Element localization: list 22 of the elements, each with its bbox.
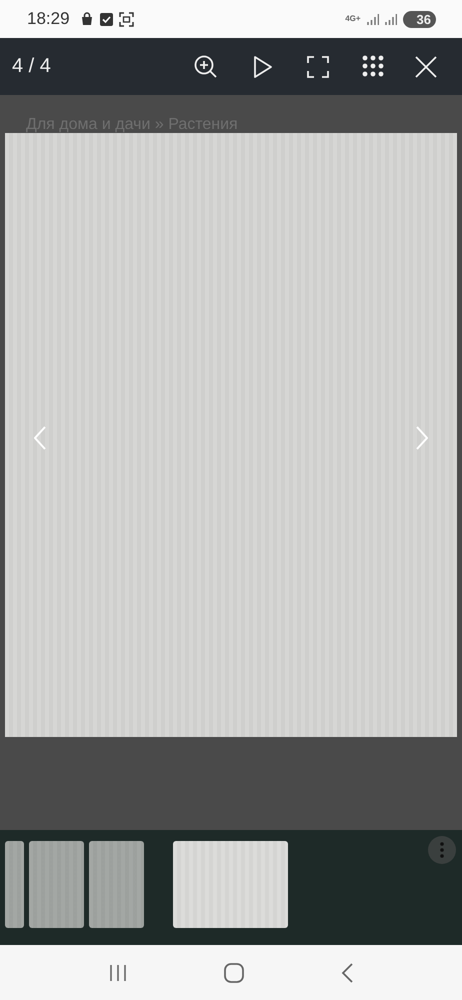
chevron-left-icon xyxy=(34,426,46,450)
bag-icon xyxy=(80,12,94,26)
recent-apps-button[interactable] xyxy=(108,964,127,982)
thumbnail[interactable] xyxy=(5,841,24,928)
home-icon xyxy=(224,962,244,982)
more-vertical-icon xyxy=(440,842,444,858)
image-counter: 4 / 4 xyxy=(12,55,52,78)
thumbnail[interactable] xyxy=(173,841,288,928)
signal-icon xyxy=(384,13,397,25)
recent-apps-icon xyxy=(108,964,127,982)
checkbox-icon xyxy=(100,12,113,26)
battery-level: 36 xyxy=(402,10,436,28)
screenshot-icon xyxy=(118,12,134,26)
back-icon xyxy=(341,962,354,982)
network-type: 4G+ xyxy=(345,15,361,23)
home-button[interactable] xyxy=(224,962,244,982)
thumbnail[interactable] xyxy=(29,841,84,928)
thumbnail[interactable] xyxy=(89,841,144,928)
clock-time: 18:29 xyxy=(27,9,70,29)
signal-icon xyxy=(366,13,379,25)
back-button[interactable] xyxy=(341,962,354,982)
chevron-right-icon xyxy=(416,426,428,450)
